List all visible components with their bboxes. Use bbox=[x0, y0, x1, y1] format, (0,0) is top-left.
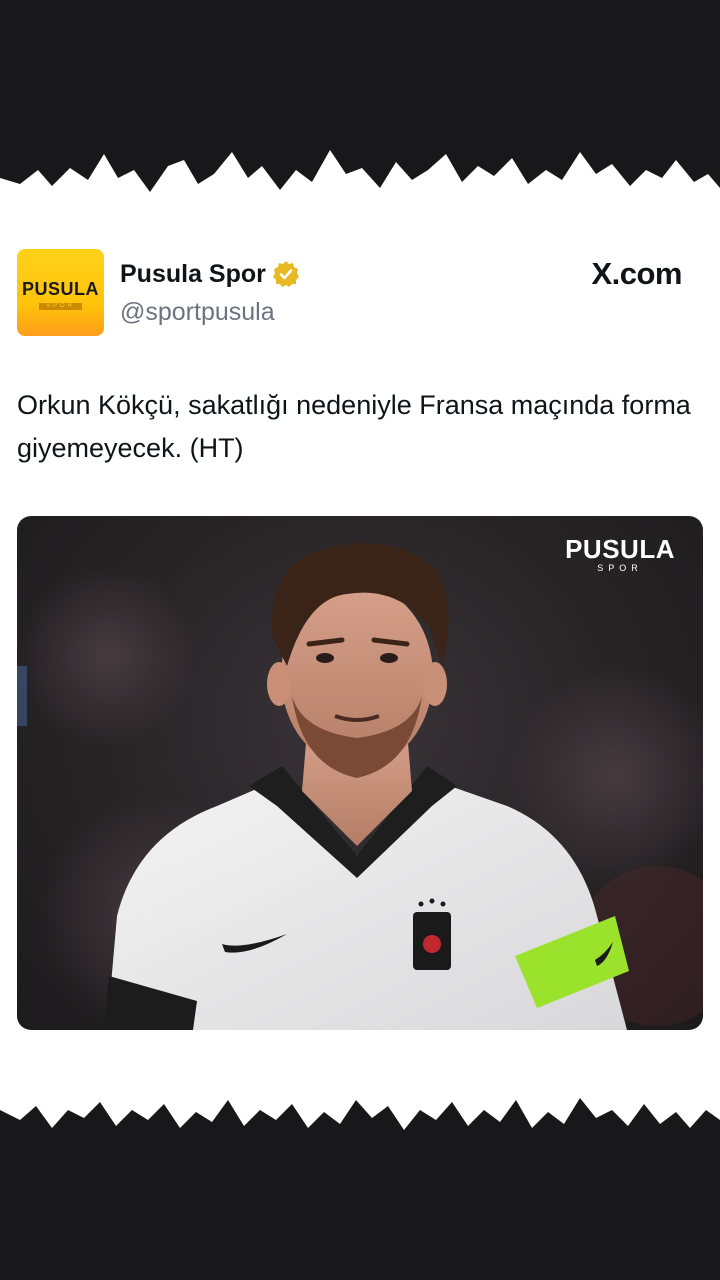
torn-paper-bottom-edge bbox=[0, 1040, 720, 1130]
author-row: Pusula Spor bbox=[120, 258, 300, 290]
avatar-logo-text: PUSULA bbox=[21, 279, 99, 299]
watermark-main: PUSULA bbox=[565, 534, 675, 564]
avatar-logo-sub: SPOR bbox=[45, 303, 75, 309]
post-text: Orkun Kökçü, sakatlığı nedeniyle Fransa … bbox=[17, 390, 691, 463]
post-photo[interactable]: PUSULA SPOR bbox=[17, 516, 703, 1030]
torn-paper-top-edge bbox=[0, 150, 720, 220]
verified-badge-icon bbox=[272, 260, 300, 288]
user-handle[interactable]: @sportpusula bbox=[120, 298, 275, 327]
display-name[interactable]: Pusula Spor bbox=[120, 260, 266, 289]
site-label: X.com bbox=[591, 256, 682, 291]
avatar[interactable]: PUSULA SPOR bbox=[17, 249, 104, 336]
photo-watermark: PUSULA SPOR bbox=[565, 534, 675, 573]
player-illustration bbox=[17, 543, 703, 1030]
post-card: PUSULA SPOR Pusula Spor @sportpusula X.c… bbox=[0, 210, 720, 1070]
